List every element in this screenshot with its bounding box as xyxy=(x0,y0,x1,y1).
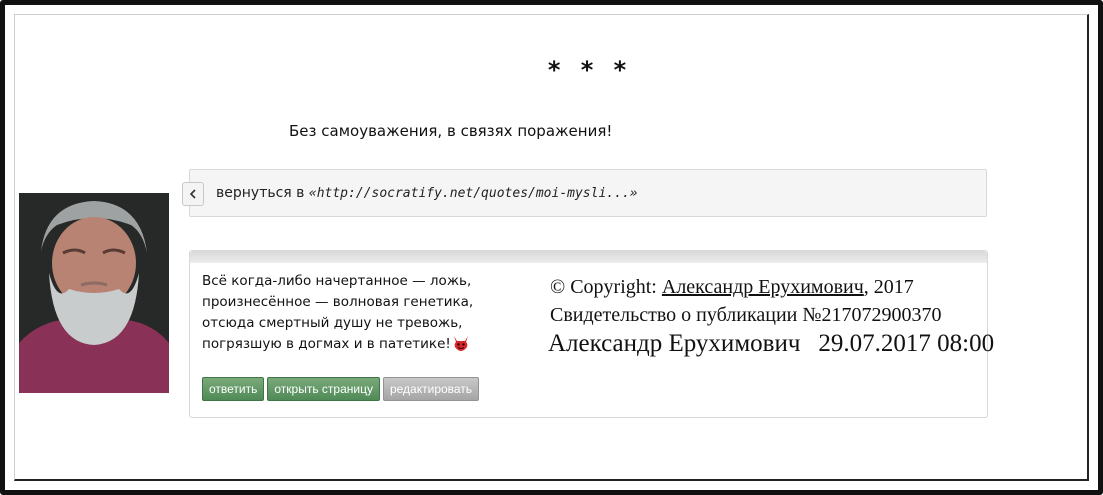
section-separator: * * * xyxy=(547,56,633,84)
copyright-prefix: © Copyright: xyxy=(550,276,662,298)
back-link-text[interactable]: вернуться в «http://socratify.net/quotes… xyxy=(216,185,638,201)
signature-line: Александр Ерухимович 29.07.2017 08:00 xyxy=(548,329,994,359)
devil-face-icon xyxy=(453,336,468,351)
poem-line: произнесённое — волновая генетика, xyxy=(202,294,474,310)
chevron-left-icon xyxy=(189,189,196,199)
copyright-year: , 2017 xyxy=(863,276,914,298)
copyright-block: © Copyright: Александр Ерухимович, 2017 … xyxy=(548,273,994,359)
author-link[interactable]: Александр Ерухимович xyxy=(662,276,864,298)
open-page-button[interactable]: открыть страницу xyxy=(267,377,380,401)
action-buttons: ответить открыть страницу редактировать xyxy=(202,377,480,401)
page-title: Без самоуважения, в связях поражения! xyxy=(289,122,613,140)
poem-text: Всё когда-либо начертанное — ложь, произ… xyxy=(202,271,532,355)
back-url[interactable]: «http://socratify.net/quotes/moi-mysli..… xyxy=(309,186,638,201)
poem-card: Всё когда-либо начертанное — ложь, произ… xyxy=(189,250,994,418)
card-header-strip xyxy=(190,251,987,263)
certificate-line: Свидетельство о публикации №217072900370 xyxy=(550,304,942,326)
author-portrait-image xyxy=(19,193,169,393)
poem-line-last: погрязшую в догмах и в патетике! xyxy=(202,334,532,355)
copyright-line: © Copyright: Александр Ерухимович, 2017 xyxy=(550,273,990,301)
back-prefix: вернуться в xyxy=(216,185,309,201)
signature-author: Александр Ерухимович xyxy=(548,330,801,357)
back-navigation-bar: вернуться в «http://socratify.net/quotes… xyxy=(182,169,987,217)
poem-line: Всё когда-либо начертанное — ложь, xyxy=(202,273,472,289)
back-button[interactable] xyxy=(182,182,204,206)
poem-line-text: погрязшую в догмах и в патетике! xyxy=(202,336,451,352)
poem-line: отсюда смертный душу не тревожь, xyxy=(202,315,463,331)
edit-button[interactable]: редактировать xyxy=(382,377,480,401)
signature-date: 29.07.2017 08:00 xyxy=(818,330,995,357)
reply-button[interactable]: ответить xyxy=(202,377,265,401)
author-avatar xyxy=(19,193,169,393)
